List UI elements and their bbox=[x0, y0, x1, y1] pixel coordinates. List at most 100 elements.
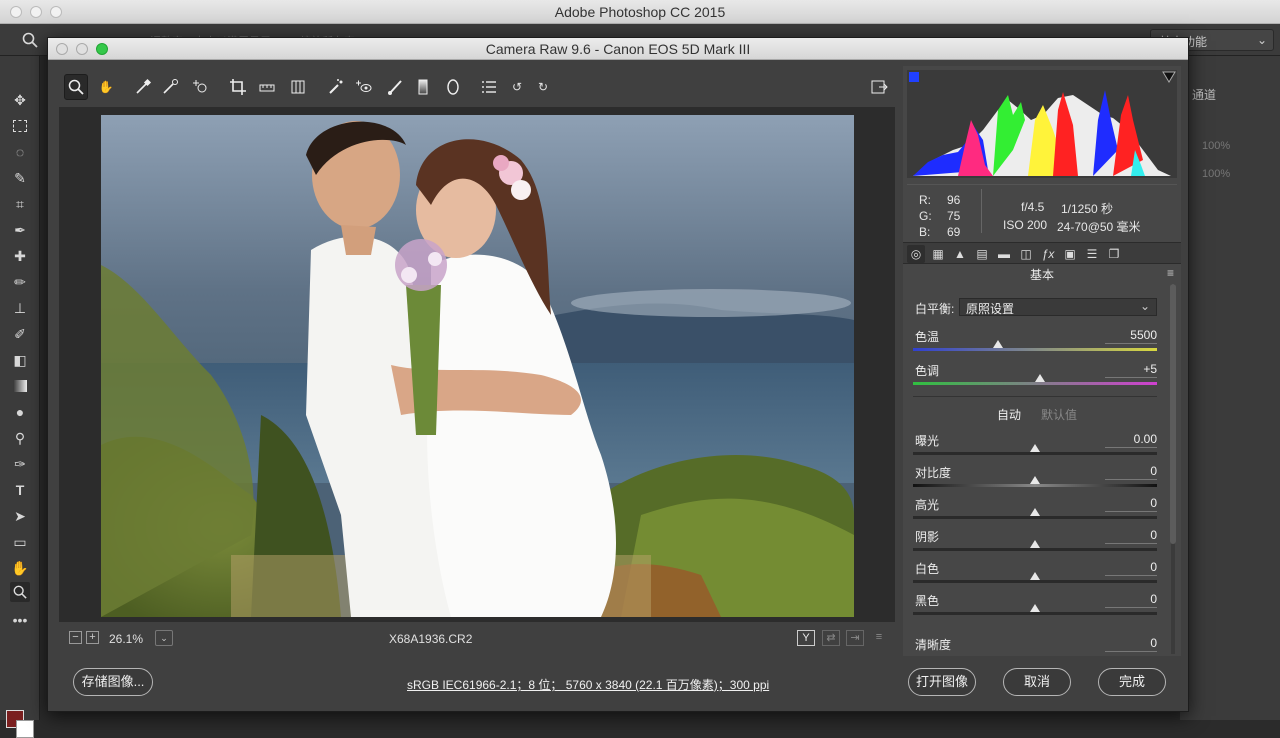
hand-tool-icon[interactable]: ✋ bbox=[10, 558, 30, 578]
tint-value-field[interactable]: +5 bbox=[1105, 362, 1157, 378]
background-color-swatch[interactable] bbox=[16, 720, 34, 738]
blacks-slider-thumb[interactable] bbox=[1030, 604, 1040, 612]
basic-tab-icon[interactable]: ◎ bbox=[907, 245, 925, 263]
more-tools-icon[interactable]: ••• bbox=[10, 610, 30, 630]
zoom-icon[interactable] bbox=[64, 74, 88, 100]
preview-area[interactable] bbox=[59, 107, 895, 622]
save-image-button[interactable]: 存储图像... bbox=[73, 668, 153, 696]
copy-settings-icon[interactable]: ⇥ bbox=[846, 630, 864, 646]
healing-tool-icon[interactable]: ✚ bbox=[10, 246, 30, 266]
whites-slider-thumb[interactable] bbox=[1030, 572, 1040, 580]
shadows-slider-track[interactable] bbox=[913, 548, 1157, 551]
default-button[interactable]: 默认值 bbox=[1041, 406, 1077, 423]
exposure-value-field[interactable]: 0.00 bbox=[1105, 432, 1157, 448]
tint-slider-thumb[interactable] bbox=[1034, 374, 1045, 382]
panel-menu-icon[interactable]: ≡ bbox=[1167, 266, 1174, 280]
adjustment-brush-icon[interactable] bbox=[383, 74, 407, 100]
eyedropper-tool-icon[interactable]: ✒ bbox=[10, 220, 30, 240]
straighten-icon[interactable] bbox=[255, 74, 279, 100]
white-balance-icon[interactable] bbox=[131, 74, 155, 100]
contrast-slider-thumb[interactable] bbox=[1030, 476, 1040, 484]
preferences-icon[interactable] bbox=[477, 74, 501, 100]
open-image-button[interactable]: 打开图像 bbox=[908, 668, 976, 696]
shadows-slider-thumb[interactable] bbox=[1030, 540, 1040, 548]
scrollbar-thumb[interactable] bbox=[1170, 284, 1176, 544]
camera-calibration-tab-icon[interactable]: ▣ bbox=[1061, 245, 1079, 263]
temp-label: 色温 bbox=[915, 330, 940, 344]
rotate-right-icon[interactable]: ↻ bbox=[531, 74, 555, 100]
tint-slider-track[interactable] bbox=[913, 382, 1157, 385]
tint-label: 色调 bbox=[915, 364, 940, 378]
temp-value-field[interactable]: 5500 bbox=[1105, 328, 1157, 344]
split-toning-tab-icon[interactable]: ▬ bbox=[995, 245, 1013, 263]
zoom-out-button[interactable]: − bbox=[69, 631, 82, 644]
quick-select-tool-icon[interactable]: ✎ bbox=[10, 168, 30, 188]
gradient-tool-icon[interactable] bbox=[10, 376, 30, 396]
zoom-tool-icon[interactable] bbox=[22, 32, 38, 51]
transform-icon[interactable] bbox=[286, 74, 310, 100]
temp-slider-thumb[interactable] bbox=[993, 340, 1004, 348]
dodge-tool-icon[interactable]: ⚲ bbox=[10, 428, 30, 448]
move-tool-icon[interactable]: ✥ bbox=[10, 90, 30, 110]
fx-tab-icon[interactable]: ƒx bbox=[1039, 245, 1057, 263]
zoom-tool-active-icon[interactable] bbox=[10, 582, 30, 602]
exposure-slider-thumb[interactable] bbox=[1030, 444, 1040, 452]
photo-preview[interactable] bbox=[101, 115, 854, 617]
color-sampler-icon[interactable] bbox=[158, 74, 182, 100]
whites-slider-track[interactable] bbox=[913, 580, 1157, 583]
crop-tool-icon[interactable]: ⌗ bbox=[10, 194, 30, 214]
preview-prefs-icon[interactable]: ≡ bbox=[870, 630, 888, 646]
zoom-in-button[interactable]: + bbox=[86, 631, 99, 644]
white-balance-select[interactable]: 原照设置 ⌄ bbox=[959, 298, 1157, 316]
before-after-y-icon[interactable]: Y bbox=[797, 630, 815, 646]
eraser-tool-icon[interactable]: ◧ bbox=[10, 350, 30, 370]
red-eye-icon[interactable] bbox=[352, 74, 376, 100]
tone-curve-tab-icon[interactable]: ▦ bbox=[929, 245, 947, 263]
auto-button[interactable]: 自动 bbox=[997, 406, 1021, 423]
highlights-value-field[interactable]: 0 bbox=[1105, 496, 1157, 512]
exposure-slider-track[interactable] bbox=[913, 452, 1157, 455]
workflow-options-link[interactable]: sRGB IEC61966-2.1；8 位； 5760 x 3840 (22.1… bbox=[407, 676, 769, 693]
graduated-filter-icon[interactable] bbox=[411, 74, 435, 100]
lens-tab-icon[interactable]: ◫ bbox=[1017, 245, 1035, 263]
shape-tool-icon[interactable]: ▭ bbox=[10, 532, 30, 552]
highlights-slider-track[interactable] bbox=[913, 516, 1157, 519]
lasso-tool-icon[interactable]: ◌ bbox=[10, 142, 30, 162]
done-button[interactable]: 完成 bbox=[1098, 668, 1166, 696]
hsl-tab-icon[interactable]: ▤ bbox=[973, 245, 991, 263]
blacks-value-field[interactable]: 0 bbox=[1105, 592, 1157, 608]
hand-icon[interactable]: ✋ bbox=[94, 74, 118, 100]
shadows-label: 阴影 bbox=[915, 530, 940, 544]
type-tool-icon[interactable]: T bbox=[10, 480, 30, 500]
fullscreen-toggle-icon[interactable] bbox=[867, 74, 891, 100]
swap-settings-icon[interactable]: ⇄ bbox=[822, 630, 840, 646]
marquee-tool-icon[interactable] bbox=[10, 116, 30, 136]
channels-tab[interactable]: 通道 bbox=[1192, 86, 1216, 103]
whites-value-field[interactable]: 0 bbox=[1105, 560, 1157, 576]
panel-scrollbar[interactable] bbox=[1169, 284, 1177, 654]
radial-filter-icon[interactable] bbox=[441, 74, 465, 100]
rotate-left-icon[interactable]: ↺ bbox=[505, 74, 529, 100]
history-brush-icon[interactable]: ✐ bbox=[10, 324, 30, 344]
path-select-icon[interactable]: ➤ bbox=[10, 506, 30, 526]
brush-tool-icon[interactable]: ✏ bbox=[10, 272, 30, 292]
detail-tab-icon[interactable]: ▲ bbox=[951, 245, 969, 263]
cancel-button[interactable]: 取消 bbox=[1003, 668, 1071, 696]
highlights-slider-thumb[interactable] bbox=[1030, 508, 1040, 516]
targeted-adjust-icon[interactable] bbox=[189, 74, 213, 100]
presets-tab-icon[interactable]: ☰ bbox=[1083, 245, 1101, 263]
snapshots-tab-icon[interactable]: ❐ bbox=[1105, 245, 1123, 263]
aperture-value: f/4.5 bbox=[1021, 200, 1045, 214]
blacks-slider-track[interactable] bbox=[913, 612, 1157, 615]
temp-slider-track[interactable] bbox=[913, 348, 1157, 351]
spot-removal-icon[interactable] bbox=[324, 74, 348, 100]
contrast-value-field[interactable]: 0 bbox=[1105, 464, 1157, 480]
crop-icon[interactable] bbox=[226, 74, 250, 100]
blur-tool-icon[interactable]: ● bbox=[10, 402, 30, 422]
clarity-value-field[interactable]: 0 bbox=[1105, 636, 1157, 652]
stamp-tool-icon[interactable]: ⊥ bbox=[10, 298, 30, 318]
shadows-value-field[interactable]: 0 bbox=[1105, 528, 1157, 544]
pen-tool-icon[interactable]: ✑ bbox=[10, 454, 30, 474]
zoom-dropdown[interactable]: ⌄ bbox=[155, 630, 173, 646]
contrast-slider-track[interactable] bbox=[913, 484, 1157, 487]
